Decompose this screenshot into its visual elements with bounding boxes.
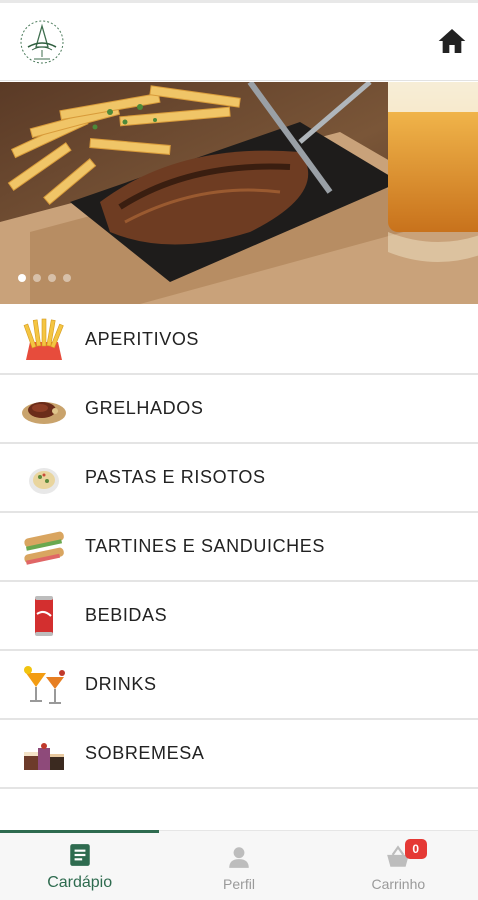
soda-can-icon <box>20 592 68 640</box>
pasta-icon <box>20 454 68 502</box>
category-label: GRELHADOS <box>85 398 204 418</box>
carousel-dot[interactable] <box>33 274 41 282</box>
app-header <box>0 3 478 81</box>
sandwich-icon <box>20 523 68 571</box>
fries-icon <box>20 316 68 364</box>
category-label: APERITIVOS <box>85 329 200 349</box>
tab-carrinho[interactable]: 0 Carrinho <box>319 831 478 900</box>
home-icon <box>438 29 466 53</box>
category-tartines-e-sanduiches[interactable]: TARTINES E SANDUICHES <box>0 513 478 582</box>
category-drinks[interactable]: DRINKS <box>0 651 478 720</box>
banner-image <box>0 82 478 304</box>
category-pastas-e-risotos[interactable]: PASTAS E RISOTOS <box>0 444 478 513</box>
tab-label: Perfil <box>223 876 255 892</box>
promo-carousel[interactable] <box>0 82 478 304</box>
cart-count-badge: 0 <box>404 839 427 859</box>
steak-icon <box>20 385 68 433</box>
person-icon <box>229 847 249 868</box>
category-label: SOBREMESA <box>85 743 205 763</box>
dessert-icon <box>20 730 68 778</box>
category-bebidas[interactable]: BEBIDAS <box>0 582 478 651</box>
category-aperitivos[interactable]: APERITIVOS <box>0 306 478 375</box>
tab-cardapio[interactable]: Cardápio <box>0 830 160 900</box>
carousel-indicators <box>18 274 71 282</box>
category-grelhados[interactable]: GRELHADOS <box>0 375 478 444</box>
carousel-dot[interactable] <box>63 274 71 282</box>
tab-perfil[interactable]: Perfil <box>159 831 318 900</box>
category-sobremesa[interactable]: SOBREMESA <box>0 720 478 789</box>
tab-label: Cardápio <box>47 874 113 891</box>
category-label: PASTAS E RISOTOS <box>85 467 266 487</box>
brand-logo <box>18 17 66 67</box>
home-button[interactable] <box>436 25 468 57</box>
cocktail-icon <box>20 661 68 709</box>
category-list: APERITIVOS GRELHADOS PASTAS E RISOTOS TA… <box>0 306 478 789</box>
carousel-dot[interactable] <box>18 274 26 282</box>
category-label: TARTINES E SANDUICHES <box>85 536 325 556</box>
bottom-navigation: Cardápio Perfil 0 Carrinho <box>0 830 478 900</box>
carousel-dot[interactable] <box>48 274 56 282</box>
category-label: BEBIDAS <box>85 605 168 625</box>
menu-book-icon <box>69 844 90 866</box>
category-label: DRINKS <box>85 674 157 694</box>
tab-label: Carrinho <box>371 876 426 892</box>
